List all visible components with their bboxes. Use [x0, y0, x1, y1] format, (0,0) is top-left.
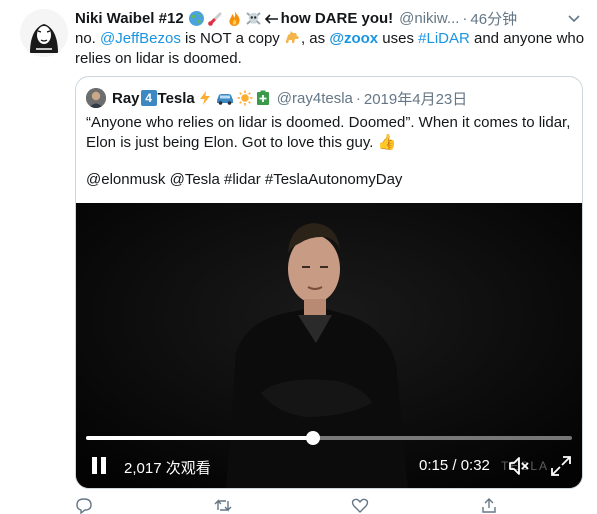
display-name-suffix: how DARE you!	[280, 9, 394, 27]
reply-icon[interactable]	[75, 497, 93, 514]
fire-icon	[229, 10, 240, 26]
text-segment: is NOT a copy	[180, 30, 284, 47]
avatar[interactable]	[20, 9, 68, 57]
mute-icon[interactable]	[507, 454, 531, 478]
keycap-icon: 4	[140, 90, 157, 106]
quoted-user-handle[interactable]: @ray4tesla	[277, 90, 353, 107]
share-icon[interactable]	[480, 497, 498, 514]
quoted-avatar-image	[86, 88, 106, 108]
tweet-text: no. @JeffBezos is NOT a copy , as @zoox …	[75, 29, 585, 69]
view-count: 2,017 次观看	[124, 460, 211, 477]
quoted-avatar	[86, 88, 106, 108]
quoted-tweet-tags[interactable]: @elonmusk @Tesla #lidar #TeslaAutonomyDa…	[86, 171, 402, 188]
video-player[interactable]: TESLA 2,017 次观看 0:15 / 0:32	[76, 203, 582, 488]
thermometer-icon	[207, 12, 222, 26]
pause-icon	[92, 457, 97, 474]
dog-icon	[285, 31, 299, 43]
battery-icon	[256, 90, 269, 105]
video-timecode: 0:15 / 0:32	[419, 457, 490, 474]
display-name[interactable]: Niki Waibel #12	[75, 10, 184, 27]
text-segment: , as	[300, 30, 330, 47]
avatar-image	[20, 9, 68, 57]
arrow-left-icon	[264, 13, 278, 24]
quoted-name-part: Tesla	[157, 89, 195, 107]
car-icon	[216, 94, 233, 105]
pause-button[interactable]	[90, 455, 110, 477]
like-icon[interactable]	[351, 497, 369, 514]
progress-bar[interactable]	[86, 431, 572, 445]
quoted-tweet-text: “Anyone who relies on lidar is doomed. D…	[86, 114, 571, 151]
tweet[interactable]: Niki Waibel #12 how DARE you! @nikiw... …	[0, 0, 597, 514]
fullscreen-icon[interactable]	[549, 454, 573, 478]
text-segment: no.	[75, 30, 101, 47]
quoted-tweet-header: Ray 4 Tesla @ray4tesla · 2019年4月23日	[86, 87, 467, 109]
name-emojis	[188, 10, 279, 27]
separator-dot: ·	[462, 9, 468, 27]
timestamp[interactable]: 46分钟	[470, 8, 517, 29]
globe-icon	[188, 10, 204, 26]
lightning-icon	[199, 91, 210, 105]
tweet-actions	[75, 497, 585, 514]
quoted-display-name[interactable]: Ray 4 Tesla	[112, 90, 271, 107]
tweet-header: Niki Waibel #12 how DARE you! @nikiw... …	[75, 7, 583, 29]
retweet-icon[interactable]	[214, 497, 232, 514]
video-frame	[76, 203, 582, 488]
mention-jeffbezos[interactable]: @JeffBezos	[100, 30, 181, 47]
quoted-timestamp[interactable]: 2019年4月23日	[364, 88, 467, 109]
video-controls: 2,017 次观看 0:15 / 0:32	[76, 451, 582, 481]
mention-zoox[interactable]: @zoox	[329, 30, 378, 47]
quoted-name-part: Ray	[112, 89, 140, 107]
pause-icon	[101, 457, 106, 474]
chevron-down-icon[interactable]	[565, 9, 583, 27]
quoted-tweet[interactable]: Ray 4 Tesla @ray4tesla · 2019年4月23日 “Any…	[75, 76, 583, 489]
separator-dot: ·	[355, 89, 361, 107]
text-segment: uses	[378, 30, 419, 47]
hashtag-lidar[interactable]: #LiDAR	[418, 30, 470, 47]
sun-icon	[237, 90, 253, 106]
skull-crossbones-icon	[246, 11, 261, 25]
user-handle[interactable]: @nikiw...	[399, 10, 459, 27]
progress-fill	[86, 436, 314, 440]
